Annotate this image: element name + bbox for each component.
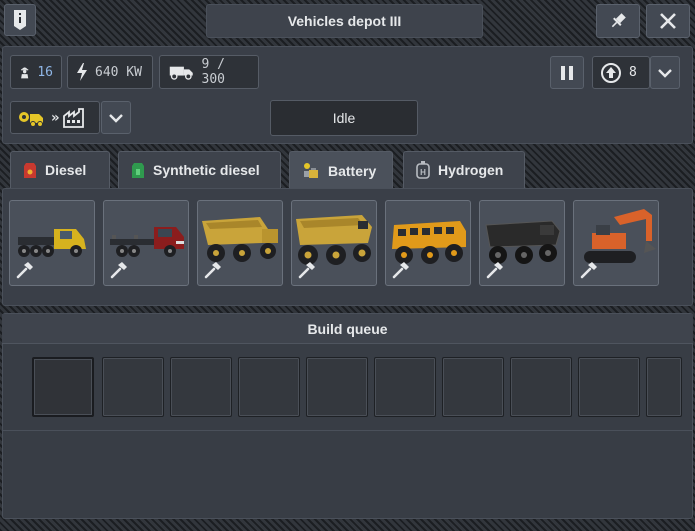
hydrogen-icon: H [416, 161, 430, 179]
hammer-icon [110, 262, 127, 279]
tab-synthetic-diesel-label: Synthetic diesel [153, 162, 260, 178]
queue-slot[interactable] [238, 357, 300, 417]
queue-slot[interactable] [578, 357, 640, 417]
tab-hydrogen-label: Hydrogen [438, 162, 504, 178]
queue-slot[interactable] [102, 357, 164, 417]
production-route-dropdown[interactable] [101, 101, 131, 134]
power-stat: 640 KW [67, 55, 153, 89]
status-label: Idle [332, 110, 356, 126]
vehicle-truck-tractor[interactable] [9, 200, 95, 286]
upgrade-level[interactable]: 8 [592, 56, 650, 89]
close-button[interactable] [646, 4, 690, 38]
production-route[interactable]: » [10, 101, 100, 134]
worker-icon [21, 67, 29, 79]
upgrade-level-value: 8 [629, 65, 637, 80]
power-value: 640 KW [95, 64, 142, 80]
hammer-icon [298, 262, 315, 279]
info-button[interactable] [4, 4, 36, 36]
status-display: Idle [270, 100, 418, 136]
title-bar: Vehicles depot III [206, 4, 483, 38]
lightning-icon [77, 63, 87, 81]
queue-slot[interactable] [442, 357, 504, 417]
battery-icon [304, 162, 318, 178]
queue-slot[interactable] [646, 357, 682, 417]
close-icon [660, 13, 676, 29]
vehicle-excavator[interactable] [573, 200, 659, 286]
build-queue-title: Build queue [307, 320, 388, 337]
vehicle-offroad-bus[interactable] [385, 200, 471, 286]
info-icon [14, 10, 26, 30]
hammer-icon [204, 262, 221, 279]
pin-icon [611, 13, 626, 28]
workers-value: 16 [37, 64, 53, 80]
chevron-down-icon [109, 113, 123, 123]
window-title: Vehicles depot III [287, 13, 402, 29]
svg-text:H: H [420, 168, 426, 177]
queue-slot[interactable] [374, 357, 436, 417]
capacity-stat: 9 / 300 [159, 55, 259, 89]
hammer-icon [16, 262, 33, 279]
capacity-value: 9 / 300 [201, 57, 226, 87]
pause-icon [561, 65, 573, 80]
queue-slot[interactable] [32, 357, 94, 417]
factory-icon [63, 107, 85, 128]
upgrade-arrow-icon [601, 62, 621, 83]
hammer-icon [392, 262, 409, 279]
tab-hydrogen[interactable]: H Hydrogen [403, 151, 525, 188]
truck-icon [169, 66, 193, 80]
tab-synthetic-diesel[interactable]: Synthetic diesel [118, 151, 281, 188]
tab-diesel[interactable]: Diesel [10, 151, 110, 188]
vehicle-mining-dump-truck[interactable] [291, 200, 377, 286]
build-queue-header: Build queue [2, 314, 693, 344]
pause-button[interactable] [550, 56, 584, 89]
fuel-canister-icon [24, 163, 36, 178]
arrow-right-icon: » [51, 109, 60, 126]
hammer-icon [486, 262, 503, 279]
fuel-canister-icon [132, 163, 144, 178]
hammer-icon [580, 262, 597, 279]
vehicle-parts-icon [19, 111, 43, 127]
pin-button[interactable] [596, 4, 640, 38]
upgrade-dropdown-button[interactable] [650, 56, 680, 89]
tab-battery-label: Battery [328, 162, 377, 179]
tab-battery[interactable]: Battery [289, 151, 393, 189]
queue-slot[interactable] [510, 357, 572, 417]
vehicle-flatbed-truck[interactable] [103, 200, 189, 286]
queue-slot[interactable] [170, 357, 232, 417]
bottom-divider [2, 430, 693, 431]
workers-stat: 16 [10, 55, 62, 89]
vehicle-mining-truck[interactable] [479, 200, 565, 286]
chevron-down-icon [658, 68, 672, 78]
tab-diesel-label: Diesel [45, 162, 87, 178]
queue-slot[interactable] [306, 357, 368, 417]
vehicle-dump-truck[interactable] [197, 200, 283, 286]
